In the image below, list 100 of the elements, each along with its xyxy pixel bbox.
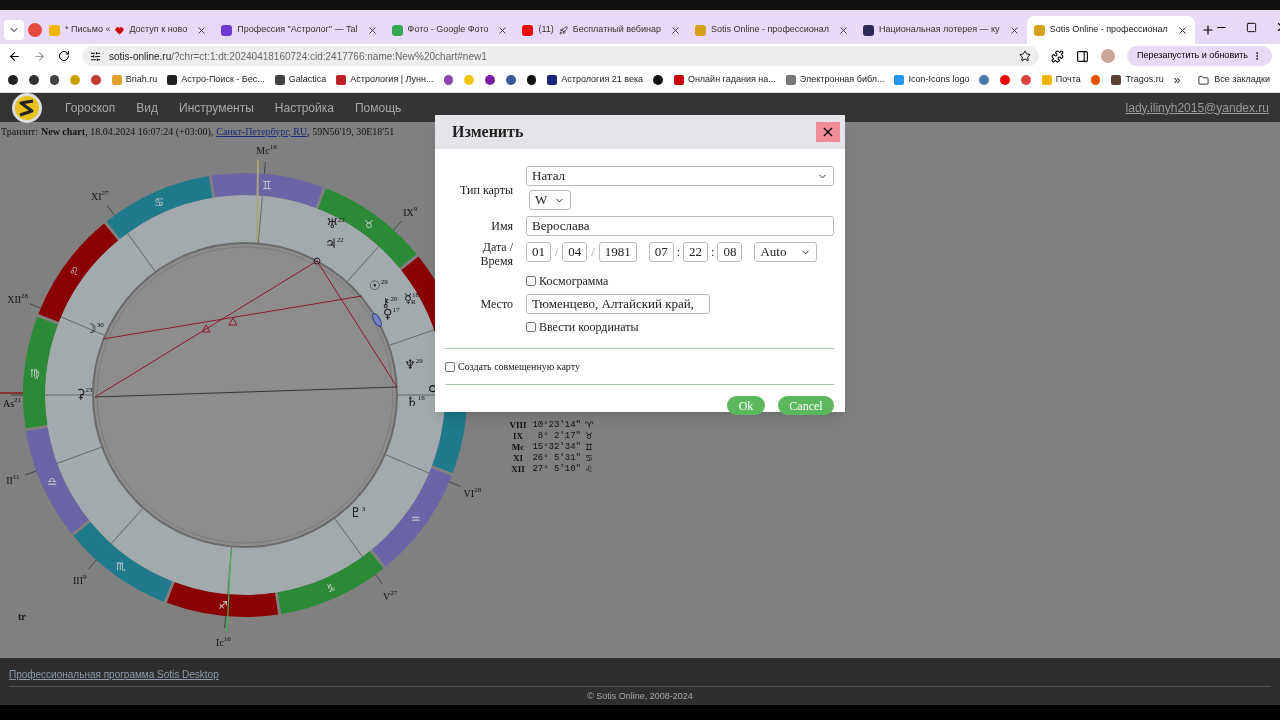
field-label: Место	[479, 296, 513, 313]
bookmark-link[interactable]: Galactica	[274, 73, 327, 87]
more-bookmarks[interactable]: »	[1173, 71, 1181, 89]
time-separator: :	[711, 244, 715, 261]
house-cusp-tick	[375, 574, 383, 585]
date-input[interactable]: 1981	[598, 242, 637, 262]
date-input[interactable]: 01	[526, 242, 551, 262]
bookmark-icon[interactable]	[653, 75, 663, 85]
close-button[interactable]: ×	[816, 122, 840, 142]
cusp-sign: ♈	[585, 420, 594, 431]
bookmark-icon[interactable]	[526, 75, 537, 85]
side-panel-icon[interactable]	[1076, 49, 1090, 63]
back-icon[interactable]	[8, 49, 21, 63]
bookmark-link[interactable]: Почта	[1041, 73, 1081, 87]
planet-label: ♇$^{3}$	[350, 505, 366, 520]
bookmark-link[interactable]: Онлайн гадания на...	[673, 73, 776, 87]
bookmark-icon[interactable]	[28, 75, 39, 85]
menu-item[interactable]: Помощь	[354, 98, 402, 117]
extensions-icon[interactable]	[1051, 49, 1065, 63]
new-tab-icon[interactable]	[1200, 23, 1215, 37]
browser-tab[interactable]: (11) Бесплатный вебинар	[515, 16, 688, 44]
checkbox[interactable]	[445, 361, 455, 372]
cusp-sign: ♊	[585, 442, 594, 453]
bookmark-icon	[894, 75, 905, 85]
site-icon	[221, 24, 233, 36]
house-cusp-tick	[224, 615, 227, 629]
forward-icon[interactable]	[33, 49, 46, 63]
place-input[interactable]: Тюменцево, Алтайский край,	[526, 294, 710, 314]
browser-tab[interactable]: Sotis Online - профессионал	[687, 16, 857, 44]
zodiac-glyph: ♎	[47, 474, 58, 488]
all-bookmarks[interactable]: Все закладки	[1198, 73, 1270, 87]
transit-info: Транзит: New chart, 18.04.2024 16:07:24 (+03:00), Санкт-Петербург, RU, 59N56'19, 30E18'51	[0, 122, 395, 140]
menu-item[interactable]: Настройка	[274, 98, 334, 117]
chart-type-select[interactable]: Натал	[526, 166, 834, 186]
site-icon	[49, 24, 60, 36]
date-separator: /	[555, 244, 559, 261]
close-icon[interactable]	[1008, 24, 1020, 36]
bookmark-link[interactable]: Астро-Поиск - Бес...	[167, 73, 265, 87]
browser-tab[interactable]: Sotis Online - профессионал	[1026, 16, 1195, 44]
site-icon	[28, 23, 42, 37]
checkbox-label: Космограмма	[539, 273, 609, 290]
menu-item[interactable]: Гороскоп	[65, 98, 116, 117]
user-email-link[interactable]: lady.ilinyh2015@yandex.ru	[1125, 98, 1269, 117]
house-label: IX$^{9}$	[403, 205, 418, 219]
browser-tab[interactable]: Национальная лотерея — ку	[856, 16, 1027, 44]
triangle-marker-icon	[228, 317, 238, 326]
rocket-icon	[558, 25, 568, 35]
close-icon[interactable]	[669, 24, 681, 36]
house-cusp-tick	[393, 220, 402, 231]
logo-icon[interactable]	[11, 91, 43, 124]
cusp-sign: ♋	[585, 453, 594, 464]
browser-tab[interactable]: Фото - Google Фото	[384, 16, 516, 44]
bookmark-link[interactable]: Briah.ru	[111, 73, 158, 87]
update-button[interactable]: Перезапустить и обновить	[1127, 46, 1272, 66]
bookmark-link[interactable]: Астрология | Лунн...	[336, 73, 434, 87]
checkbox-label: Ввести координаты	[539, 319, 639, 336]
checkbox[interactable]	[526, 276, 536, 286]
close-icon[interactable]	[1176, 24, 1188, 36]
bookmark-icon[interactable]	[485, 75, 495, 85]
close-icon[interactable]	[497, 24, 509, 36]
maximize-icon[interactable]	[1245, 21, 1257, 33]
tab-search-button[interactable]	[4, 20, 24, 40]
date-separator: /	[591, 244, 595, 261]
time-input[interactable]: 08	[717, 242, 743, 262]
menu-item[interactable]: Вид	[136, 98, 158, 117]
cusp-position: 10°23′14″	[531, 420, 581, 431]
site-icon	[863, 24, 875, 36]
timezone-select[interactable]: Auto	[754, 242, 818, 262]
bookmark-link[interactable]: Электронная библ...	[785, 73, 885, 87]
close-icon[interactable]	[838, 24, 850, 36]
time-input[interactable]: 07	[648, 242, 674, 262]
bookmark-link[interactable]: Icon-Icons logo	[894, 73, 970, 87]
close-icon[interactable]	[196, 24, 208, 36]
date-input[interactable]: 04	[562, 242, 588, 262]
cusp-sign: ♌	[585, 464, 594, 475]
house-label: XI$^{27}$	[91, 189, 109, 203]
zodiac-glyph: ♒	[410, 513, 421, 526]
reload-icon[interactable]	[58, 50, 70, 62]
menu-item[interactable]: Инструменты	[179, 98, 254, 117]
variant-select[interactable]: W	[529, 190, 571, 210]
bookmark-star-icon[interactable]	[1019, 50, 1032, 62]
cusp-position: 15°32′34″	[531, 442, 581, 453]
time-input[interactable]: 22	[683, 242, 709, 262]
zodiac-glyph: ♊	[262, 179, 272, 193]
desktop-program-link[interactable]: Профессиональная программа Sotis Desktop	[9, 667, 1271, 682]
name-input[interactable]: Верослава	[526, 216, 834, 236]
bookmark-icon[interactable]	[49, 75, 60, 85]
planet-label: ⚳$^{23}$	[76, 386, 93, 401]
browser-tab[interactable]: Профессия "Астролог" — Tal	[214, 16, 385, 44]
site-icon	[391, 24, 403, 36]
field-label: Тип карты	[459, 182, 513, 199]
close-icon[interactable]	[366, 24, 378, 36]
url-text: sotis-online.ru/?chr=ct:1:dt:20240418160724:cid:2417766:name:New%20chart#new1	[109, 49, 487, 64]
bookmark-link[interactable]: Астрология 21 века	[547, 73, 644, 87]
bookmark-icon[interactable]	[8, 75, 18, 85]
bookmark-icon[interactable]	[505, 75, 516, 85]
bookmark-link[interactable]: Tragos.ru	[1111, 73, 1164, 87]
address-field[interactable]: sotis-online.ru/?chr=ct:1:dt:20240418160724:cid:2417766:name:New%20chart#new1	[82, 46, 1040, 66]
checkbox[interactable]	[526, 322, 536, 332]
browser-tab[interactable]: * Письмо « Доступ к ново	[42, 16, 215, 44]
